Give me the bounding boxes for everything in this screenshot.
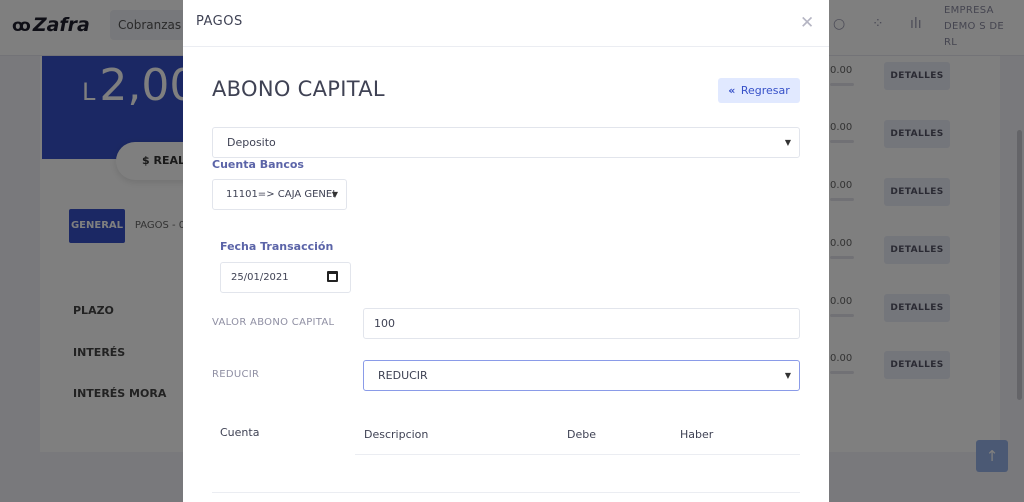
regresar-label: Regresar xyxy=(740,84,790,97)
valor-abono-label: VALOR ABONO CAPITAL xyxy=(212,317,335,328)
payment-type-value: Deposito xyxy=(227,136,276,149)
cuenta-bancos-label: Cuenta Bancos xyxy=(212,158,304,171)
cuenta-bancos-select[interactable]: 11101=> CAJA GENEI ▼ xyxy=(212,179,347,210)
table-header-descripcion: Descripcion xyxy=(364,428,429,441)
pagos-modal: PAGOS ✕ ABONO CAPITAL « Regresar Deposit… xyxy=(183,0,829,502)
chevron-down-icon: ▼ xyxy=(784,138,791,147)
fecha-input[interactable]: 25/01/2021 xyxy=(220,262,351,293)
table-divider xyxy=(212,492,800,493)
chevron-down-icon: ▼ xyxy=(331,190,338,199)
calendar-icon[interactable] xyxy=(327,271,338,282)
reducir-value: REDUCIR xyxy=(378,369,428,382)
reducir-label: REDUCIR xyxy=(212,369,260,380)
cuenta-bancos-value: 11101=> CAJA GENEI xyxy=(226,189,336,200)
table-header-cuenta: Cuenta xyxy=(220,426,260,439)
payment-type-select[interactable]: Deposito ▼ xyxy=(212,127,800,158)
reducir-select[interactable]: REDUCIR ▼ xyxy=(363,360,800,391)
fecha-label: Fecha Transacción xyxy=(220,240,334,253)
fecha-value: 25/01/2021 xyxy=(231,272,289,283)
regresar-button[interactable]: « Regresar xyxy=(718,78,800,103)
chevron-down-icon: ▼ xyxy=(784,371,791,380)
modal-title: PAGOS xyxy=(196,14,243,29)
close-icon[interactable]: ✕ xyxy=(800,13,814,33)
valor-abono-value: 100 xyxy=(374,317,395,330)
valor-abono-input[interactable]: 100 xyxy=(363,308,800,339)
section-title: ABONO CAPITAL xyxy=(212,77,385,101)
table-divider xyxy=(355,454,800,455)
table-header-haber: Haber xyxy=(680,428,714,441)
table-header-debe: Debe xyxy=(567,428,596,441)
double-chevron-left-icon: « xyxy=(728,84,736,97)
modal-header: PAGOS ✕ xyxy=(183,0,829,47)
